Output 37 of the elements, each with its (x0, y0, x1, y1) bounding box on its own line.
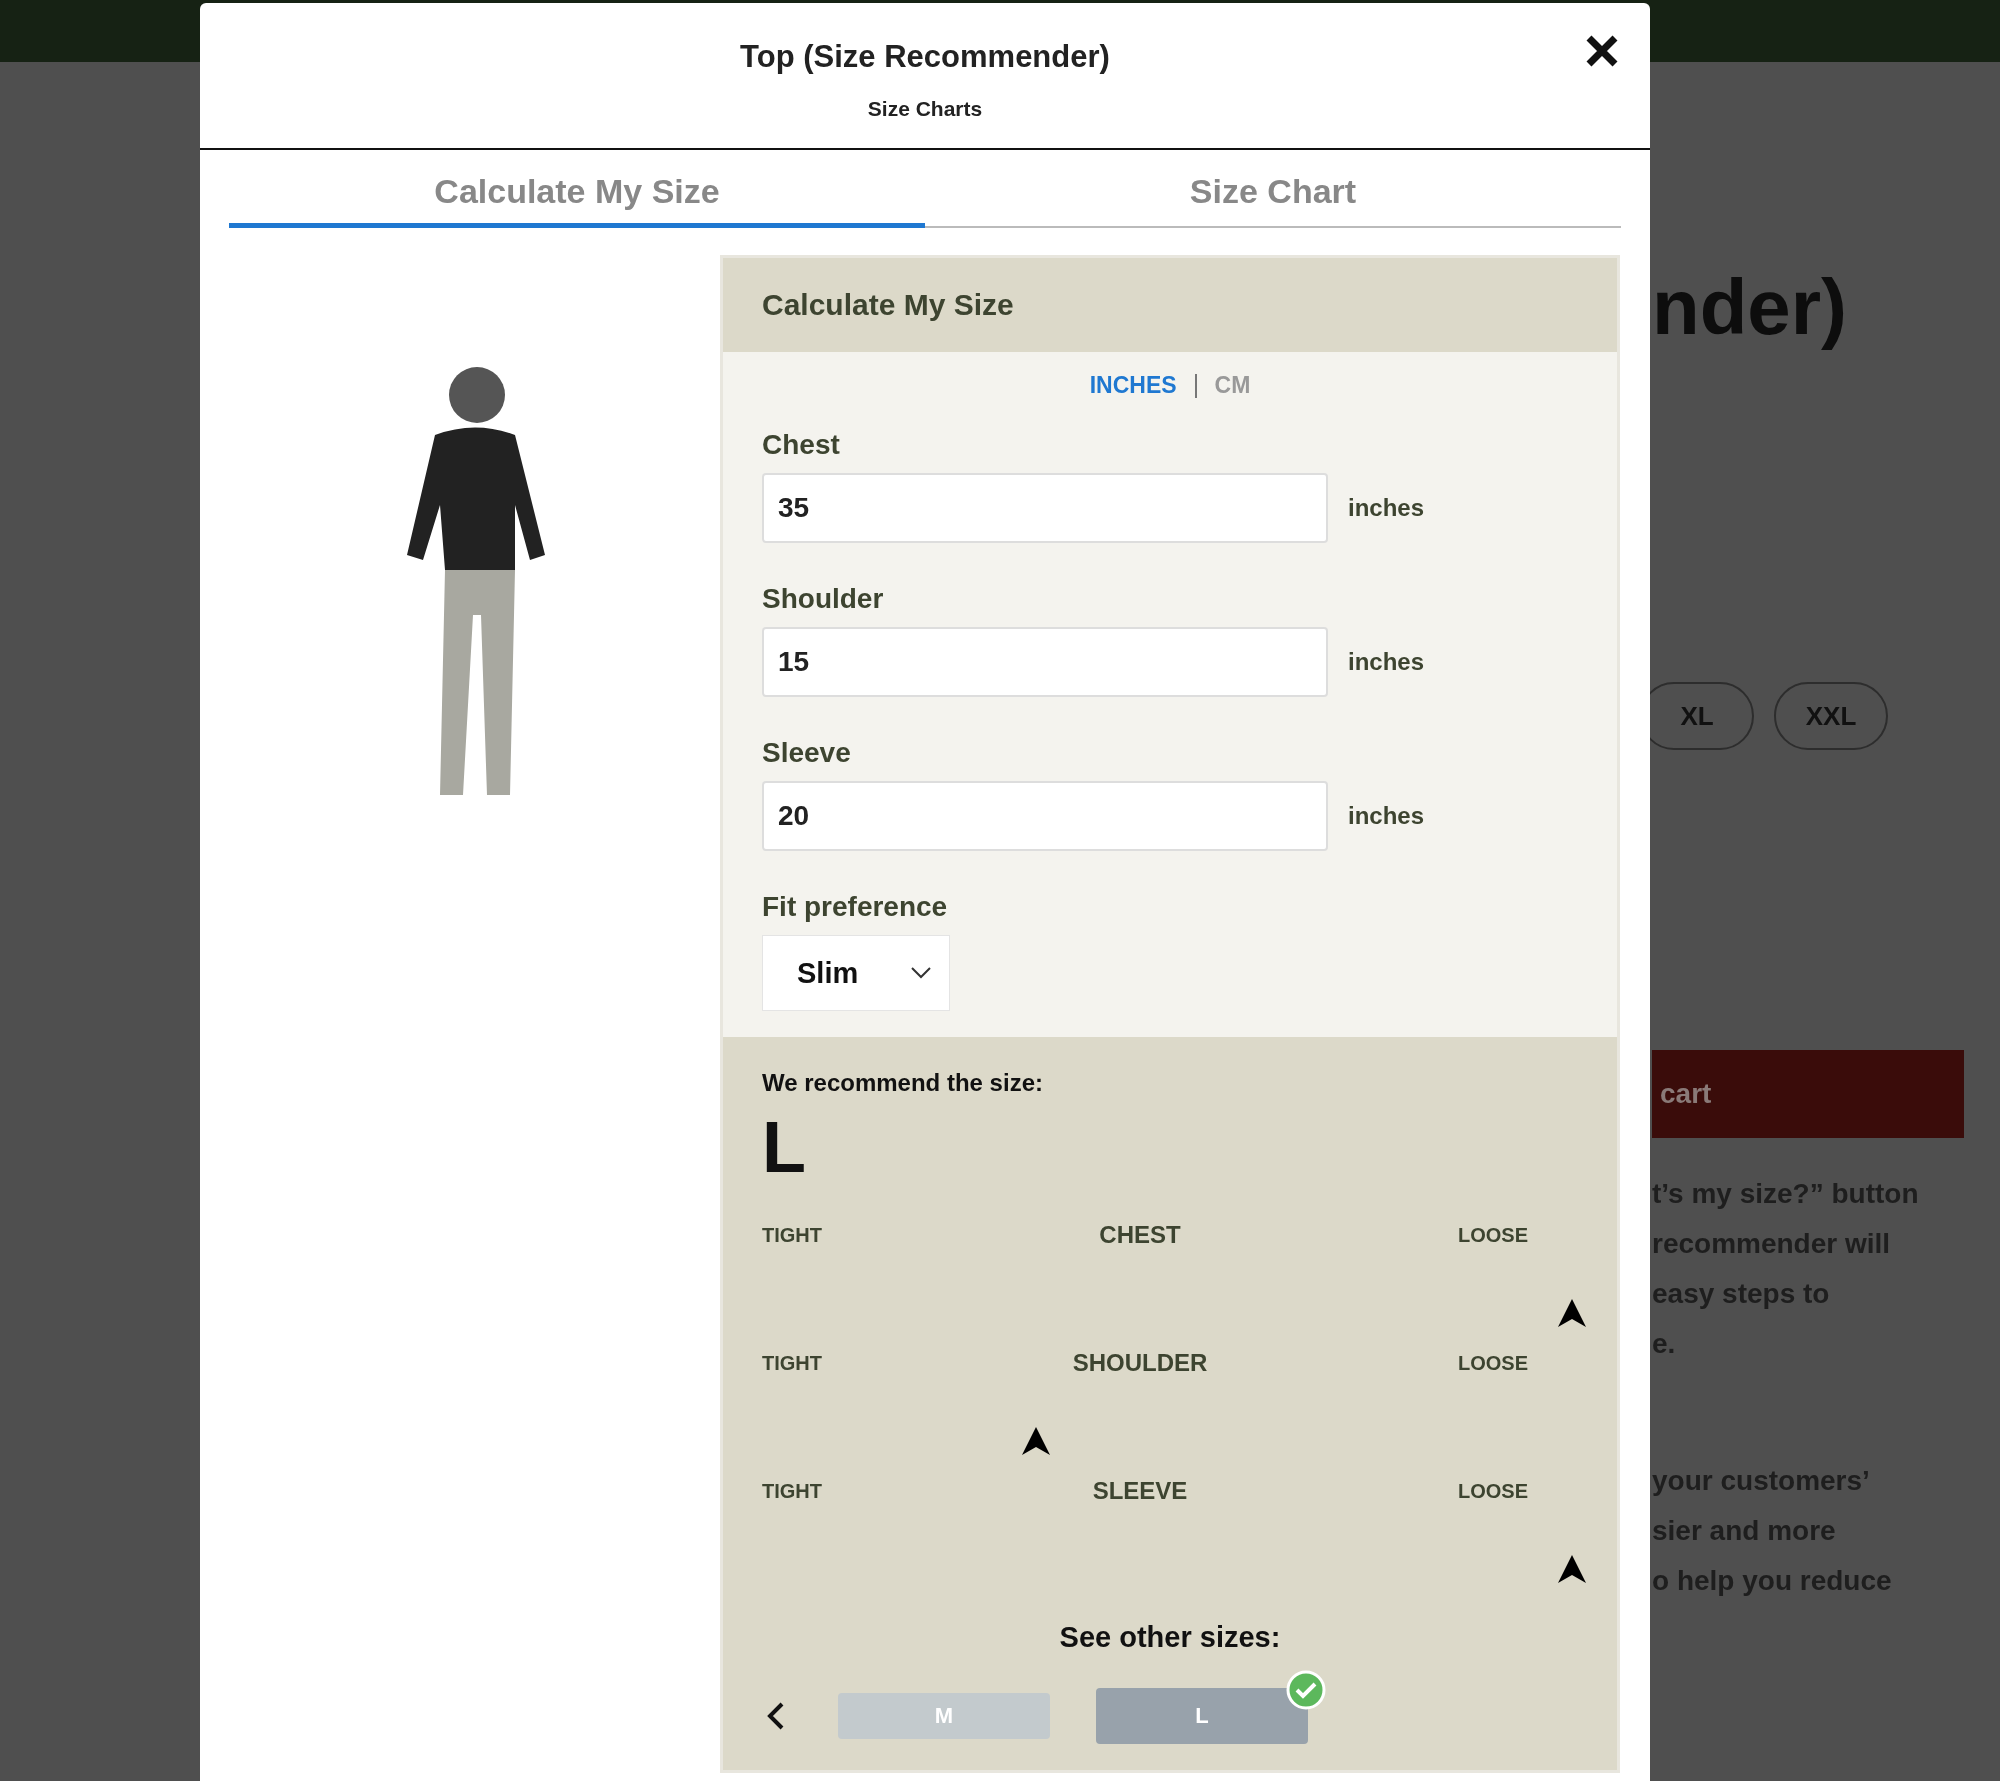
field-label: Shoulder (762, 583, 885, 615)
recommended-size: L (762, 1111, 807, 1183)
modal-title: Top (Size Recommender) (740, 39, 1110, 75)
loose-label: LOOSE (1457, 1223, 1528, 1247)
unit-label: inches (1348, 648, 1425, 676)
fit-meter-label: SLEEVE (1092, 1477, 1188, 1505)
tab[interactable]: Calculate My Size (229, 172, 925, 228)
field-label: Chest (762, 429, 841, 461)
tight-label: TIGHT (762, 1351, 822, 1375)
unit-label: inches (1348, 494, 1425, 522)
add-to-cart-button[interactable]: cart (1652, 1050, 1964, 1138)
measurement-field[interactable]: 35 (762, 473, 1328, 543)
unit-label: inches (1348, 802, 1425, 830)
field-label: Sleeve (762, 737, 852, 769)
fit-dropdown[interactable]: Slim (762, 935, 950, 1011)
field-label: Fit preference (762, 891, 949, 923)
recommendation-label: We recommend the size: (762, 1069, 1044, 1097)
loose-label: LOOSE (1458, 1351, 1528, 1375)
loose-label: LOOSE (1458, 1479, 1528, 1503)
unit-toggle[interactable]: INCHES (1089, 372, 1177, 399)
fit-meter-label: CHEST (1099, 1221, 1181, 1249)
page-heading: nder) (1652, 262, 1848, 352)
tight-label: TIGHT (762, 1223, 822, 1247)
modal-subtitle: Size Charts (867, 97, 983, 121)
panel-title: Calculate My Size (723, 258, 1617, 352)
check-icon (1286, 1670, 1326, 1710)
measurement-field[interactable]: 15 (762, 627, 1328, 697)
other-sizes-label: See other sizes: (1058, 1621, 1282, 1654)
close-button[interactable] (1584, 33, 1620, 69)
unit-toggle[interactable]: CM (1214, 372, 1251, 399)
fit-meter-label: SHOULDER (1072, 1349, 1208, 1377)
size-button[interactable]: L (1096, 1688, 1308, 1744)
tight-label: TIGHT (762, 1479, 822, 1503)
chevron-down-icon (911, 967, 931, 979)
size-option[interactable]: XXL (1774, 682, 1888, 750)
measurement-field[interactable]: 20 (762, 781, 1328, 851)
tab[interactable]: Size Chart (925, 172, 1621, 228)
